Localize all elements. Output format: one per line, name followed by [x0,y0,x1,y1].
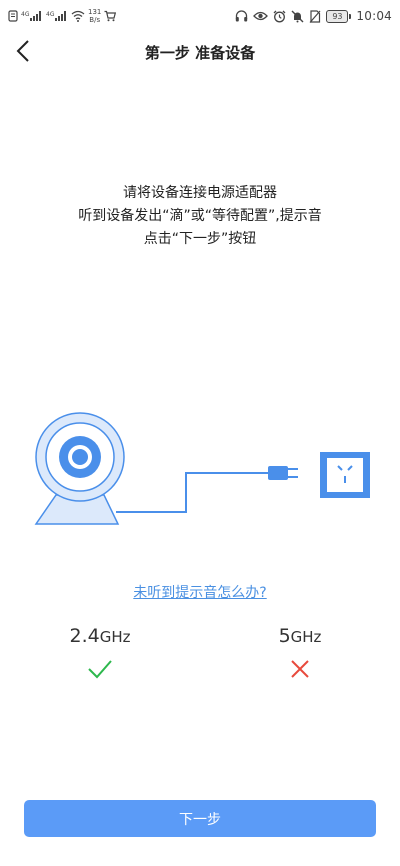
page-title: 第一步 准备设备 [144,44,256,62]
illustration-svg [34,412,370,525]
instruction-line-2: 听到设备发出“滴”或“等待配置”,提示音 [78,208,322,224]
network-speed-value: 131 [88,8,102,16]
battery-indicator: 93 [326,9,352,23]
eye-icon [253,10,269,22]
frequency-value: 5 [278,625,291,647]
signal-4g-icon: 4G [21,10,43,22]
back-button[interactable] [6,36,40,70]
no-sound-help-link[interactable]: 未听到提示音怎么办? [0,582,400,602]
chevron-left-icon [16,39,30,67]
cross-icon [240,656,360,682]
network-speed-unit: B/s [89,16,101,24]
status-bar: 4G 4G 131 B/s 93 10:04 [0,0,400,32]
headphone-icon [235,10,248,22]
instructions: 请将设备连接电源适配器 听到设备发出“滴”或“等待配置”,提示音 点击“下一步”… [0,182,400,251]
svg-text:4G: 4G [21,11,30,18]
frequency-2-4ghz: 2.4GHz [40,624,160,682]
instruction-line-3: 点击“下一步”按钮 [143,231,257,247]
power-outlet-icon [320,452,370,498]
device-illustration [0,400,400,540]
frequency-unit: GHz [290,628,322,646]
frequency-value: 2.4 [69,625,100,647]
battery-tip [349,13,352,19]
instruction-line-1: 请将设备连接电源适配器 [123,185,277,201]
mute-icon [291,10,304,23]
frequency-unit: GHz [99,628,131,646]
frequency-label: 5GHz [240,624,360,649]
check-icon [40,656,160,682]
frequency-label: 2.4GHz [40,624,160,649]
cart-icon [104,10,117,22]
alarm-icon [273,10,286,23]
svg-text:4G: 4G [46,11,55,18]
plug-icon [268,466,298,480]
network-speed: 131 B/s [88,8,101,24]
status-time: 10:04 [356,9,392,23]
camera-icon [34,412,125,525]
wifi-icon [71,10,85,22]
nav-bar: 第一步 准备设备 [0,32,400,74]
notification-icon [8,10,18,22]
no-sim-icon [309,9,321,23]
next-step-button[interactable]: 下一步 [24,800,376,837]
frequency-5ghz: 5GHz [240,624,360,682]
battery-level: 93 [326,9,349,23]
status-bar-right: 93 10:04 [235,5,392,27]
status-bar-left: 4G 4G 131 B/s [8,5,117,27]
cable [116,472,268,513]
signal-4g-icon: 4G [46,10,68,22]
